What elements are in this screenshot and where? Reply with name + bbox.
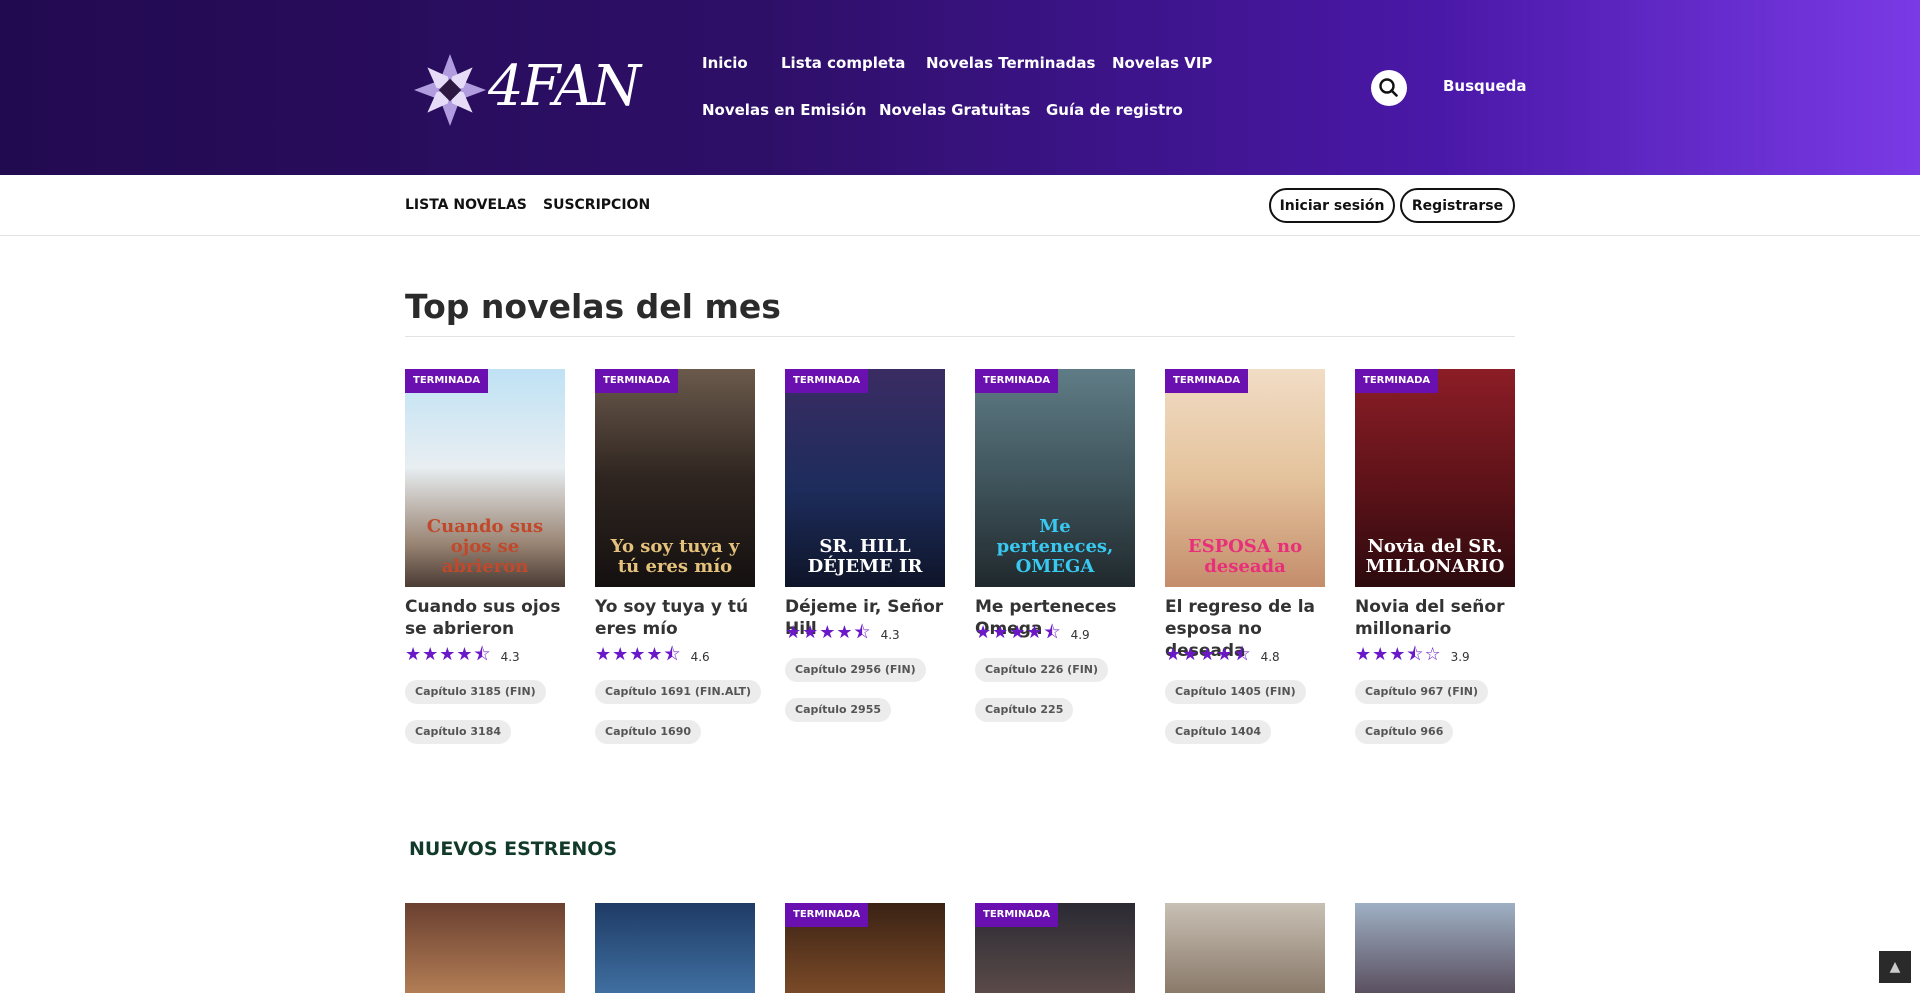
link-suscripcion[interactable]: SUSCRIPCION	[543, 195, 650, 215]
chapter-link[interactable]: Capítulo 1404	[1165, 720, 1272, 744]
chapter-link[interactable]: Capítulo 2955	[785, 698, 892, 722]
chapter-link[interactable]: Capítulo 967 (FIN)	[1355, 680, 1489, 704]
new-release-card[interactable]: TERMINADA	[785, 903, 945, 993]
new-release-card[interactable]	[1355, 903, 1515, 993]
novel-rating: ★★★★⯪ 4.8	[1165, 644, 1325, 668]
rating-score: 4.3	[880, 628, 900, 642]
chapter-list: Capítulo 226 (FIN) Capítulo 225	[975, 646, 1135, 722]
novel-title[interactable]: El regreso de la esposa no deseada	[1165, 596, 1325, 661]
nav-novelas-en-emision[interactable]: Novelas en Emisión	[702, 100, 866, 120]
chapter-link[interactable]: Capítulo 1691 (FIN.ALT)	[595, 680, 762, 704]
novel-cover[interactable]: ESPOSA no deseada TERMINADA	[1165, 369, 1325, 587]
nav-novelas-gratuitas[interactable]: Novelas Gratuitas	[879, 100, 1030, 120]
cover-title-text: ESPOSA no deseada	[1187, 536, 1303, 577]
status-badge: TERMINADA	[975, 903, 1059, 927]
site-header: 4FAN Inicio Lista completa Novelas Termi…	[0, 0, 1920, 175]
novel-cover[interactable]: Cuando sus ojos se abrieron TERMINADA	[405, 369, 565, 587]
novel-title[interactable]: Déjeme ir, Señor Hill	[785, 596, 945, 639]
secondary-bar: LISTA NOVELAS SUSCRIPCION Iniciar sesión…	[0, 175, 1920, 236]
star-rating-icon: ★★★★⯪	[595, 644, 682, 665]
novel-card[interactable]: ESPOSA no deseada TERMINADA El regreso de …	[1165, 369, 1325, 744]
search-button[interactable]	[1371, 70, 1407, 106]
status-badge: TERMINADA	[975, 369, 1059, 393]
chapter-list: Capítulo 1691 (FIN.ALT) Capítulo 1690	[595, 668, 762, 744]
chapter-link[interactable]: Capítulo 1690	[595, 720, 702, 744]
rating-score: 4.3	[500, 650, 520, 664]
chapter-list: Capítulo 3185 (FIN) Capítulo 3184	[405, 668, 565, 744]
novel-cover[interactable]: SR. HILL DÉJEME IR TERMINADA	[785, 369, 945, 587]
star-rating-icon: ★★★★⯪	[405, 644, 492, 665]
chapter-link[interactable]: Capítulo 226 (FIN)	[975, 658, 1109, 682]
status-badge: TERMINADA	[785, 369, 869, 393]
chapter-list: Capítulo 1405 (FIN) Capítulo 1404	[1165, 668, 1325, 744]
rating-score: 4.9	[1070, 628, 1090, 642]
chapter-link[interactable]: Capítulo 2956 (FIN)	[785, 658, 926, 682]
rating-score: 4.6	[690, 650, 710, 664]
novel-title[interactable]: Novia del señor millonario	[1355, 596, 1515, 640]
new-release-card[interactable]	[1165, 903, 1325, 993]
star-rating-icon: ★★★★⯪	[785, 622, 872, 643]
cover-title-text: Me perteneces, OMEGA	[996, 516, 1114, 577]
novel-rating: ★★★⯪☆ 3.9	[1355, 644, 1515, 668]
search-label[interactable]: Busqueda	[1443, 77, 1527, 95]
novel-title[interactable]: Yo soy tuya y tú eres mío	[595, 596, 755, 640]
novel-rating: ★★★★⯪ 4.6	[595, 644, 755, 668]
rating-score: 4.8	[1260, 650, 1280, 664]
cover-title-text: Novia del SR. MILLONARIO	[1365, 536, 1505, 577]
search-icon	[1379, 78, 1398, 97]
new-release-card[interactable]	[595, 903, 755, 993]
novel-rating: ★★★★⯪ 4.3	[405, 644, 565, 668]
novel-rating: ★★★★⯪ 4.9	[975, 622, 1135, 646]
nav-guia-de-registro[interactable]: Guía de registro	[1046, 100, 1183, 120]
rating-score: 3.9	[1450, 650, 1470, 664]
star-rating-icon: ★★★⯪☆	[1355, 644, 1442, 665]
new-release-card[interactable]: TERMINADA	[975, 903, 1135, 993]
status-badge: TERMINADA	[785, 903, 869, 927]
status-badge: TERMINADA	[405, 369, 489, 393]
section-divider	[405, 336, 1515, 337]
novel-cover[interactable]: Me perteneces, OMEGA TERMINADA	[975, 369, 1135, 587]
register-button[interactable]: Registrarse	[1400, 188, 1515, 223]
back-to-top-button[interactable]: ▲	[1879, 951, 1911, 983]
site-logo[interactable]: 4FAN	[410, 46, 641, 131]
novel-cover[interactable]: Novia del SR. MILLONARIO TERMINADA	[1355, 369, 1515, 587]
nav-lista-completa[interactable]: Lista completa	[781, 53, 905, 73]
chapter-link[interactable]: Capítulo 3184	[405, 720, 512, 744]
novel-card[interactable]: Me perteneces, OMEGA TERMINADA Me pertenec…	[975, 369, 1135, 722]
chapter-link[interactable]: Capítulo 3185 (FIN)	[405, 680, 546, 704]
status-badge: TERMINADA	[1165, 369, 1249, 393]
cover-title-text: Cuando sus ojos se abrieron	[426, 516, 544, 577]
flower-logo-icon	[414, 54, 486, 126]
chapter-link[interactable]: Capítulo 966	[1355, 720, 1454, 744]
arrow-up-icon: ▲	[1889, 959, 1901, 975]
cover-title-text: SR. HILL DÉJEME IR	[807, 536, 923, 577]
nav-novelas-vip[interactable]: Novelas VIP	[1112, 53, 1212, 73]
nav-inicio[interactable]: Inicio	[702, 53, 748, 73]
novel-cover[interactable]: Yo soy tuya y tú eres mío TERMINADA	[595, 369, 755, 587]
novel-card[interactable]: Novia del SR. MILLONARIO TERMINADA Novia d…	[1355, 369, 1515, 744]
cover-title-text: Yo soy tuya y tú eres mío	[610, 536, 740, 577]
star-rating-icon: ★★★★⯪	[1165, 644, 1252, 665]
status-badge: TERMINADA	[1355, 369, 1439, 393]
chapter-list: Capítulo 967 (FIN) Capítulo 966	[1355, 668, 1515, 744]
link-lista-novelas[interactable]: LISTA NOVELAS	[405, 195, 527, 215]
novel-card[interactable]: SR. HILL DÉJEME IR TERMINADA Déjeme ir, Se…	[785, 369, 945, 722]
chapter-list: Capítulo 2956 (FIN) Capítulo 2955	[785, 646, 945, 722]
novel-title[interactable]: Cuando sus ojos se abrieron	[405, 596, 565, 640]
novel-rating: ★★★★⯪ 4.3	[785, 622, 945, 646]
new-release-card[interactable]	[405, 903, 565, 993]
status-badge: TERMINADA	[595, 369, 679, 393]
login-button[interactable]: Iniciar sesión	[1269, 188, 1395, 223]
star-rating-icon: ★★★★⯪	[975, 622, 1062, 643]
nav-novelas-terminadas[interactable]: Novelas Terminadas	[926, 53, 1095, 73]
chapter-link[interactable]: Capítulo 225	[975, 698, 1074, 722]
novel-title[interactable]: Me perteneces Omega	[975, 596, 1135, 639]
novel-card[interactable]: Yo soy tuya y tú eres mío TERMINADA Yo soy…	[595, 369, 762, 744]
section-title-estrenos: NUEVOS ESTRENOS	[409, 838, 618, 860]
logo-text: 4FAN	[488, 54, 641, 119]
chapter-link[interactable]: Capítulo 1405 (FIN)	[1165, 680, 1306, 704]
novel-card[interactable]: Cuando sus ojos se abrieron TERMINADA Cuan…	[405, 369, 565, 744]
section-title-top: Top novelas del mes	[405, 287, 781, 326]
